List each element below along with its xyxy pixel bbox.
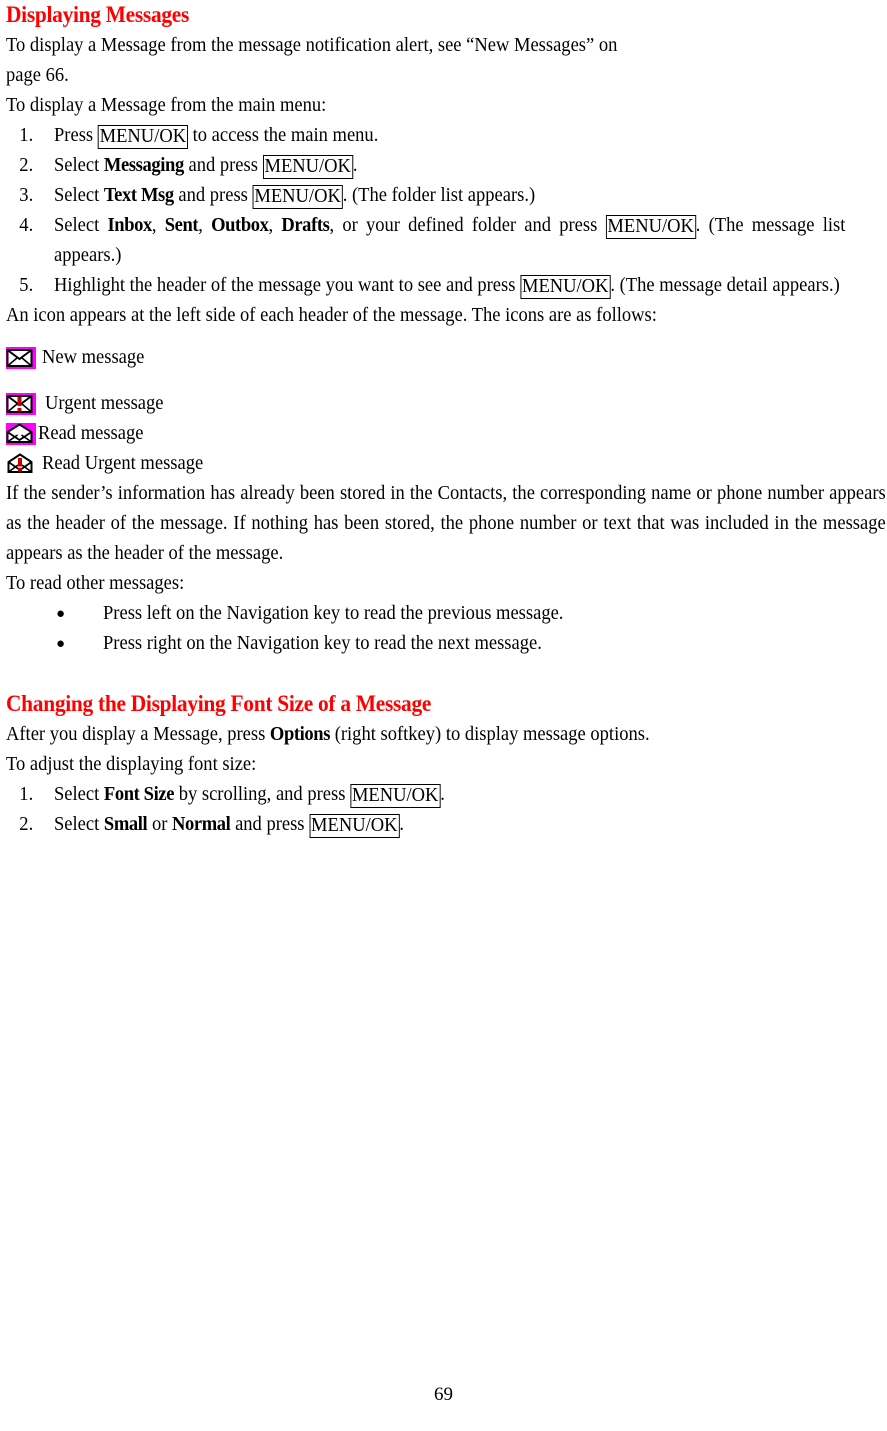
- step-number: 2.: [19, 814, 34, 835]
- step-text-pre: Select: [54, 784, 104, 805]
- sep: ,: [268, 215, 282, 236]
- step-text-mid: and press: [173, 185, 253, 206]
- list-item-label: Press left on the Navigation key to read…: [103, 603, 564, 624]
- sep: ,: [198, 215, 212, 236]
- section-heading-changing-font-size: Changing the Displaying Font Size of a M…: [6, 691, 432, 716]
- menu-ok-key[interactable]: MENU/OK: [252, 185, 343, 209]
- menu-ok-key[interactable]: MENU/OK: [520, 275, 611, 299]
- page-number: 69: [434, 1384, 453, 1405]
- menu-item-text-msg: Text Msg: [103, 185, 174, 206]
- step-text: Select Text Msg and press MENU/OK. (The …: [54, 181, 845, 211]
- font-size-intro-pre: After you display a Message, press: [6, 724, 270, 745]
- step-text-post: . (The folder list appears.): [342, 185, 536, 206]
- softkey-options: Options: [269, 724, 331, 745]
- font-size-intro-paragraph: After you display a Message, press Optio…: [6, 720, 886, 750]
- folder-outbox: Outbox: [211, 215, 269, 236]
- step-text: Highlight the header of the message you …: [54, 271, 845, 301]
- sender-info-paragraph: If the sender’s information has already …: [6, 483, 886, 564]
- list-item-label: Press right on the Navigation key to rea…: [103, 633, 542, 654]
- step-text-mid1: or: [147, 814, 173, 835]
- step-text-mid: and press: [183, 155, 263, 176]
- display-message-steps: 1. Press MENU/OK to access the main menu…: [6, 121, 887, 301]
- icon-legend-label: New message: [42, 347, 145, 368]
- read-other-bullets: ● Press left on the Navigation key to re…: [6, 599, 887, 659]
- folder-sent: Sent: [164, 215, 199, 236]
- section-heading-displaying-messages: Displaying Messages: [6, 2, 190, 27]
- step-number: 5.: [19, 275, 34, 296]
- read-message-icon: [6, 423, 36, 445]
- read-other-intro: To read other messages:: [6, 573, 185, 594]
- message-icon-legend: New message Urgent message Read message …: [6, 343, 887, 479]
- step-number: 4.: [19, 215, 34, 236]
- step-text-post: .: [440, 784, 445, 805]
- step-number: 1.: [19, 784, 34, 805]
- icons-intro-paragraph: An icon appears at the left side of each…: [6, 305, 657, 326]
- list-item: ● Press right on the Navigation key to r…: [6, 629, 887, 659]
- step-text-mid: and press: [230, 814, 310, 835]
- step-text-pre: Highlight the header of the message you …: [54, 275, 521, 296]
- list-item: ● Press left on the Navigation key to re…: [6, 599, 887, 629]
- menu-item-font-size: Font Size: [103, 784, 175, 805]
- page-content: Displaying Messages To display a Message…: [6, 0, 887, 840]
- menu-ok-key[interactable]: MENU/OK: [262, 155, 353, 179]
- intro-line-3: To display a Message from the main menu:: [6, 95, 327, 116]
- bullet-marker: ●: [56, 606, 66, 622]
- icon-legend-item: New message: [6, 343, 887, 373]
- read-urgent-message-icon: [6, 453, 36, 475]
- step-text-post: .: [399, 814, 405, 835]
- document-page: Displaying Messages To display a Message…: [0, 0, 887, 1431]
- menu-ok-key[interactable]: MENU/OK: [97, 125, 188, 149]
- step-text: Select Messaging and press MENU/OK.: [54, 151, 845, 181]
- step-text: Select Inbox, Sent, Outbox, Drafts, or y…: [54, 211, 845, 271]
- step-item: 4. Select Inbox, Sent, Outbox, Drafts, o…: [6, 211, 887, 271]
- icon-legend-label: Read Urgent message: [42, 453, 204, 474]
- step-text-pre: Press: [54, 125, 98, 146]
- menu-ok-key[interactable]: MENU/OK: [309, 814, 400, 838]
- step-number: 2.: [19, 155, 34, 176]
- font-size-intro-post: (right softkey) to display message optio…: [330, 724, 650, 745]
- option-normal: Normal: [172, 814, 231, 835]
- step-text-mid: , or your defined folder and press: [329, 215, 606, 236]
- icon-legend-item: Read Urgent message: [6, 449, 887, 479]
- sep: ,: [151, 215, 165, 236]
- step-text-pre: Select: [54, 185, 104, 206]
- step-text-post: to access the main menu.: [187, 125, 379, 146]
- step-text-post: .: [352, 155, 358, 176]
- step-item: 2. Select Messaging and press MENU/OK.: [6, 151, 887, 181]
- font-size-steps: 1. Select Font Size by scrolling, and pr…: [6, 780, 887, 840]
- step-number: 1.: [19, 125, 34, 146]
- menu-ok-key[interactable]: MENU/OK: [605, 215, 696, 239]
- bullet-marker: ●: [56, 636, 66, 652]
- step-text: Select Small or Normal and press MENU/OK…: [54, 810, 845, 840]
- intro-line-2: page 66.: [6, 65, 69, 86]
- step-text: Press MENU/OK to access the main menu.: [54, 121, 845, 151]
- step-item: 3. Select Text Msg and press MENU/OK. (T…: [6, 181, 887, 211]
- step-text: Select Font Size by scrolling, and press…: [54, 780, 845, 810]
- step-item: 2. Select Small or Normal and press MENU…: [6, 810, 887, 840]
- icon-legend-item: Urgent message: [6, 389, 887, 419]
- step-text-mid: by scrolling, and press: [174, 784, 351, 805]
- option-small: Small: [103, 814, 148, 835]
- step-number: 3.: [19, 185, 34, 206]
- icon-legend-label: Read message: [38, 423, 144, 444]
- menu-item-messaging: Messaging: [103, 155, 184, 176]
- icon-legend-label: Urgent message: [45, 393, 164, 414]
- folder-drafts: Drafts: [281, 215, 330, 236]
- folder-inbox: Inbox: [107, 215, 152, 236]
- step-text-pre: Select: [54, 155, 104, 176]
- step-item: 5. Highlight the header of the message y…: [6, 271, 887, 301]
- step-text-post: . (The message detail appears.): [610, 275, 840, 296]
- icon-legend-item: Read message: [6, 419, 887, 449]
- step-text-pre: Select: [54, 215, 108, 236]
- intro-line-1: To display a Message from the message no…: [6, 35, 618, 56]
- step-item: 1. Select Font Size by scrolling, and pr…: [6, 780, 887, 810]
- step-text-pre: Select: [54, 814, 104, 835]
- urgent-message-icon: [6, 393, 36, 415]
- menu-ok-key[interactable]: MENU/OK: [350, 784, 441, 808]
- font-size-intro-line-2: To adjust the displaying font size:: [6, 754, 257, 775]
- step-item: 1. Press MENU/OK to access the main menu…: [6, 121, 887, 151]
- new-message-icon: [6, 347, 36, 369]
